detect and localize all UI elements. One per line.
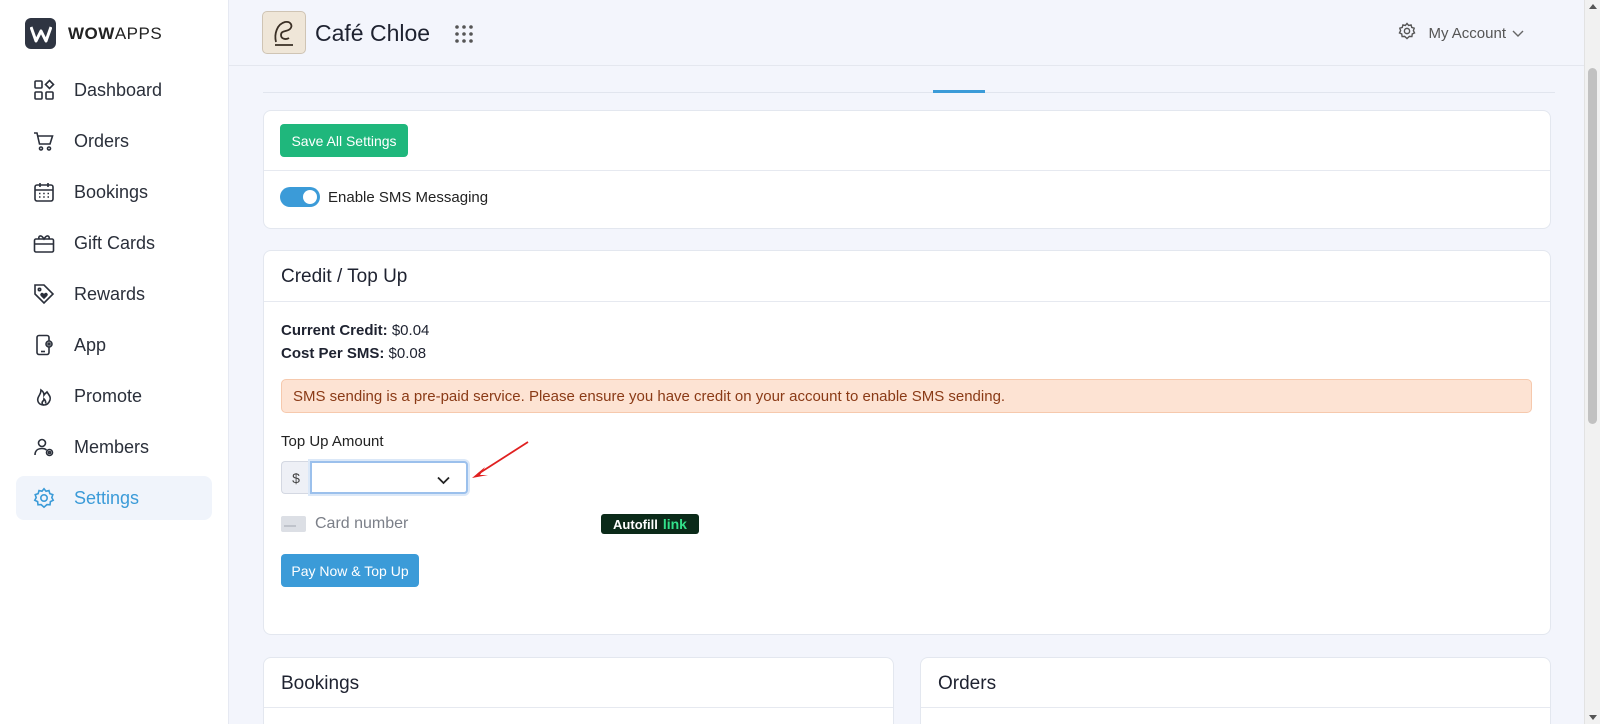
sidebar-item-label: Dashboard bbox=[74, 79, 163, 100]
flame-icon bbox=[32, 384, 56, 408]
cost-per-sms: Cost Per SMS: $0.08 bbox=[281, 345, 427, 362]
topup-amount-group: $ bbox=[281, 461, 468, 494]
sidebar-item-label: Bookings bbox=[74, 181, 149, 202]
top-header: Café Chloe My Account bbox=[229, 0, 1584, 66]
gift-card-icon bbox=[32, 231, 56, 255]
chevron-down-icon bbox=[437, 472, 450, 490]
sidebar-item-bookings[interactable]: Bookings bbox=[16, 170, 212, 214]
chevron-down-icon bbox=[1512, 25, 1524, 42]
card-number-placeholder: Card number bbox=[315, 515, 409, 532]
sidebar-item-label: Rewards bbox=[74, 283, 146, 304]
orders-card: Orders bbox=[920, 657, 1551, 724]
apps-grid-icon[interactable] bbox=[454, 24, 474, 44]
divider bbox=[264, 707, 893, 708]
tabs-divider bbox=[263, 92, 1555, 93]
bookings-card: Bookings bbox=[263, 657, 894, 724]
pay-now-topup-button[interactable]: Pay Now & Top Up bbox=[281, 554, 419, 587]
sidebar-item-label: App bbox=[74, 334, 107, 355]
annotation-arrow-icon bbox=[472, 441, 529, 478]
current-credit: Current Credit: $0.04 bbox=[281, 322, 430, 339]
sidebar-item-label: Settings bbox=[74, 487, 140, 508]
enable-sms-toggle[interactable] bbox=[280, 187, 320, 207]
sidebar-item-label: Promote bbox=[74, 385, 143, 406]
enable-sms-label: Enable SMS Messaging bbox=[328, 189, 489, 206]
phone-gear-icon bbox=[32, 333, 56, 357]
calendar-icon bbox=[32, 180, 56, 204]
autofill-link-button[interactable]: Autofill link bbox=[601, 514, 699, 534]
sidebar-item-gift-cards[interactable]: Gift Cards bbox=[16, 221, 212, 265]
currency-prefix: $ bbox=[281, 461, 310, 494]
divider bbox=[264, 170, 1550, 171]
card-number-field[interactable]: Card number bbox=[281, 515, 408, 533]
sidebar-item-label: Gift Cards bbox=[74, 232, 156, 253]
sidebar-nav: Dashboard Orders Bookings Gift Cards Rew… bbox=[16, 68, 212, 527]
scroll-up-icon[interactable] bbox=[1589, 4, 1597, 9]
prepaid-alert: SMS sending is a pre-paid service. Pleas… bbox=[281, 379, 1532, 413]
credit-topup-card: Credit / Top Up Current Credit: $0.04 Co… bbox=[263, 250, 1551, 635]
account-menu[interactable]: My Account bbox=[1398, 22, 1524, 44]
sidebar-item-label: Orders bbox=[74, 130, 130, 151]
scroll-down-icon[interactable] bbox=[1589, 715, 1597, 720]
scroll-thumb[interactable] bbox=[1588, 68, 1597, 424]
topup-amount-label: Top Up Amount bbox=[281, 433, 384, 450]
members-icon bbox=[32, 435, 56, 459]
sidebar-item-label: Members bbox=[74, 436, 150, 457]
sidebar-item-settings[interactable]: Settings bbox=[16, 476, 212, 520]
cart-icon bbox=[32, 129, 56, 153]
sidebar: WOWAPPS Dashboard Orders Bookings Gift C… bbox=[0, 0, 229, 724]
sidebar-item-rewards[interactable]: Rewards bbox=[16, 272, 212, 316]
brand[interactable]: WOWAPPS bbox=[25, 18, 162, 49]
sidebar-item-dashboard[interactable]: Dashboard bbox=[16, 68, 212, 112]
tag-heart-icon bbox=[32, 282, 56, 306]
card-title: Orders bbox=[938, 673, 997, 694]
store-name: Café Chloe bbox=[315, 20, 431, 46]
brand-name: WOWAPPS bbox=[68, 23, 163, 43]
sidebar-item-promote[interactable]: Promote bbox=[16, 374, 212, 418]
wowapps-logo-icon bbox=[25, 18, 56, 49]
tab-active-indicator bbox=[933, 90, 985, 93]
save-all-settings-button[interactable]: Save All Settings bbox=[280, 124, 408, 157]
card-title: Credit / Top Up bbox=[281, 266, 408, 287]
gear-icon bbox=[1398, 22, 1416, 44]
divider bbox=[264, 301, 1550, 302]
divider bbox=[921, 707, 1550, 708]
gear-icon bbox=[32, 486, 56, 510]
credit-card-icon bbox=[281, 516, 306, 532]
card-title: Bookings bbox=[281, 673, 360, 694]
sidebar-item-app[interactable]: App bbox=[16, 323, 212, 367]
dashboard-icon bbox=[32, 78, 56, 102]
page-scrollbar[interactable] bbox=[1584, 0, 1600, 724]
store-avatar[interactable] bbox=[262, 11, 306, 54]
sidebar-item-members[interactable]: Members bbox=[16, 425, 212, 469]
account-label: My Account bbox=[1428, 24, 1506, 42]
sidebar-item-orders[interactable]: Orders bbox=[16, 119, 212, 163]
sms-settings-card: Save All Settings Enable SMS Messaging bbox=[263, 110, 1551, 229]
topup-amount-select[interactable] bbox=[310, 461, 468, 494]
